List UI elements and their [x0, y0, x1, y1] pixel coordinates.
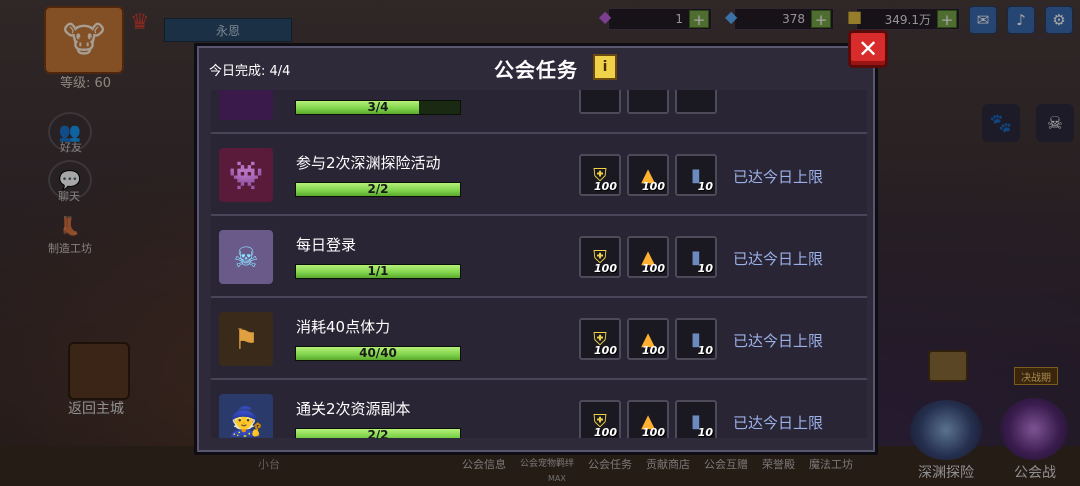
reward-amount: 10 — [697, 262, 713, 275]
reward-potion[interactable]: ▮ 10 — [675, 236, 717, 278]
task-row-partial: 3/4 — [211, 90, 867, 134]
reward-slot[interactable] — [627, 90, 669, 114]
reward-list: ⛨ 100 ▲ 100 ▮ 10 — [579, 318, 717, 360]
reward-flame[interactable]: ▲ 100 — [627, 318, 669, 360]
reward-flame[interactable]: ▲ 100 — [627, 154, 669, 196]
progress-text: 3/4 — [367, 100, 389, 114]
reward-list: ⛨ 100 ▲ 100 ▮ 10 — [579, 400, 717, 438]
dialog-header: 今日完成: 4/4 公会任务 i — [197, 46, 875, 90]
reward-flame[interactable]: ▲ 100 — [627, 400, 669, 438]
progress-bar: 3/4 — [295, 100, 461, 115]
reward-amount: 10 — [697, 344, 713, 357]
reward-guild-badge[interactable]: ⛨ 100 — [579, 154, 621, 196]
progress-bar: 2/2 — [295, 428, 461, 438]
reward-guild-badge[interactable]: ⛨ 100 — [579, 236, 621, 278]
reward-amount: 100 — [594, 344, 617, 357]
task-row: 👾 参与2次深渊探险活动 2/2 ⛨ 100 ▲ 100 ▮ 10 已达今日上限 — [211, 134, 867, 216]
task-status: 已达今日上限 — [733, 168, 824, 186]
progress-bar: 1/1 — [295, 264, 461, 279]
abyss-portal-icon: 👾 — [219, 148, 273, 202]
reward-amount: 10 — [697, 180, 713, 193]
reward-potion[interactable]: ▮ 10 — [675, 318, 717, 360]
reward-amount: 10 — [697, 426, 713, 438]
reward-amount: 100 — [594, 180, 617, 193]
reward-list — [579, 90, 717, 114]
progress-text: 1/1 — [367, 264, 389, 278]
close-icon: ✕ — [857, 35, 879, 63]
task-name: 每日登录 — [296, 236, 357, 254]
wizard-icon: 🧙 — [219, 394, 273, 438]
task-row: ☠ 每日登录 1/1 ⛨ 100 ▲ 100 ▮ 10 已达今日上限 — [211, 216, 867, 298]
progress-bar: 40/40 — [295, 346, 461, 361]
reward-slot[interactable] — [579, 90, 621, 114]
skull-icon: ☠ — [219, 230, 273, 284]
progress-text: 2/2 — [367, 428, 389, 438]
info-icon[interactable]: i — [593, 54, 617, 80]
reward-guild-badge[interactable]: ⛨ 100 — [579, 400, 621, 438]
reward-amount: 100 — [642, 180, 665, 193]
reward-list: ⛨ 100 ▲ 100 ▮ 10 — [579, 154, 717, 196]
task-row: 🧙 通关2次资源副本 2/2 ⛨ 100 ▲ 100 ▮ 10 已达今日上限 — [211, 380, 867, 438]
task-list[interactable]: 3/4 👾 参与2次深渊探险活动 2/2 ⛨ 100 ▲ 100 ▮ 10 已达… — [211, 90, 867, 438]
reward-amount: 100 — [594, 426, 617, 438]
task-name: 参与2次深渊探险活动 — [296, 154, 441, 172]
reward-guild-badge[interactable]: ⛨ 100 — [579, 318, 621, 360]
dialog-title: 公会任务 — [494, 58, 578, 82]
task-name: 通关2次资源副本 — [296, 400, 411, 418]
progress-bar: 2/2 — [295, 182, 461, 197]
task-status: 已达今日上限 — [733, 332, 824, 350]
progress-text: 40/40 — [359, 346, 397, 360]
task-row: ⚑ 消耗40点体力 40/40 ⛨ 100 ▲ 100 ▮ 10 已达今日上限 — [211, 298, 867, 380]
reward-slot[interactable] — [675, 90, 717, 114]
task-status: 已达今日上限 — [733, 414, 824, 432]
reward-amount: 100 — [594, 262, 617, 275]
task-icon — [219, 90, 273, 120]
task-name: 消耗40点体力 — [296, 318, 391, 336]
progress-text: 2/2 — [367, 182, 389, 196]
reward-potion[interactable]: ▮ 10 — [675, 154, 717, 196]
task-list-content: 3/4 👾 参与2次深渊探险活动 2/2 ⛨ 100 ▲ 100 ▮ 10 已达… — [211, 90, 867, 438]
guild-tasks-dialog: 今日完成: 4/4 公会任务 i 3/4 👾 参与2次深渊探险活动 2/2 ⛨ … — [194, 43, 878, 455]
close-button[interactable]: ✕ — [848, 30, 888, 68]
reward-amount: 100 — [642, 262, 665, 275]
reward-amount: 100 — [642, 344, 665, 357]
guild-banner-icon: ⚑ — [219, 312, 273, 366]
task-status: 已达今日上限 — [733, 250, 824, 268]
reward-list: ⛨ 100 ▲ 100 ▮ 10 — [579, 236, 717, 278]
reward-potion[interactable]: ▮ 10 — [675, 400, 717, 438]
reward-flame[interactable]: ▲ 100 — [627, 236, 669, 278]
reward-amount: 100 — [642, 426, 665, 438]
